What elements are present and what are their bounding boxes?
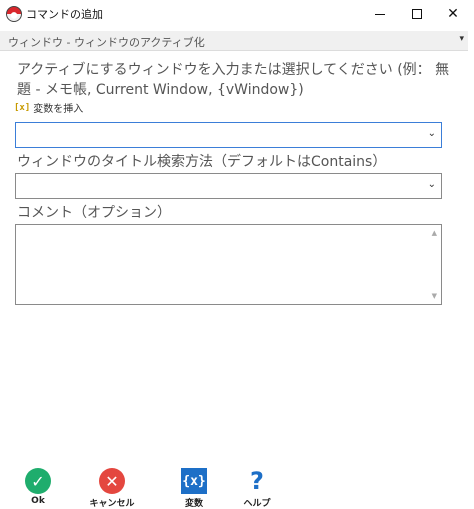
insert-variable-link[interactable]: [x] 変数を挿入 [14,100,84,116]
section-header[interactable]: ウィンドウ - ウィンドウのアクティブ化 ▾ [0,31,468,51]
scroll-down-icon[interactable]: ▼ [432,292,437,300]
window-prompt-label: アクティブにするウィンドウを入力または選択してください (例： 無題 - メモ帳… [17,62,450,98]
help-icon: ? [250,467,264,495]
comment-textarea[interactable]: ▲ ▼ [15,224,442,305]
minimize-icon [375,13,385,15]
help-label: ヘルプ [243,499,271,509]
search-method-label: ウィンドウのタイトル検索方法（デフォルトはContains） [17,154,387,170]
close-button[interactable]: ✕ [430,0,474,28]
help-button[interactable]: ? ヘルプ [227,467,287,509]
section-title: ウィンドウ - ウィンドウのアクティブ化 [8,36,205,49]
title-bar: コマンドの追加 ✕ [0,0,474,28]
close-icon: ✕ [99,468,125,494]
ok-button[interactable]: ✓ Ok [8,468,68,506]
app-logo-icon [6,6,22,22]
insert-variable-label: 変数を挿入 [33,104,84,115]
chevron-down-icon: ▾ [459,34,464,44]
check-icon: ✓ [25,468,51,494]
scroll-up-icon[interactable]: ▲ [432,229,437,237]
cancel-label: キャンセル [89,499,135,509]
variable-icon: {x} [181,468,207,494]
cancel-button[interactable]: ✕ キャンセル [82,468,142,509]
close-icon: ✕ [447,6,459,22]
window-title: コマンドの追加 [26,8,103,21]
variables-label: 変数 [184,499,203,509]
chevron-down-icon[interactable]: ⌄ [428,128,436,139]
window-combobox[interactable]: ⌄ [15,122,442,148]
ok-label: Ok [31,496,45,506]
chevron-down-icon[interactable]: ⌄ [428,179,436,190]
search-method-combobox[interactable]: ⌄ [15,173,442,199]
variable-icon: [x] [14,102,31,113]
comment-label: コメント（オプション） [17,205,171,221]
variables-button[interactable]: {x} 変数 [164,468,224,509]
maximize-icon [412,9,422,19]
